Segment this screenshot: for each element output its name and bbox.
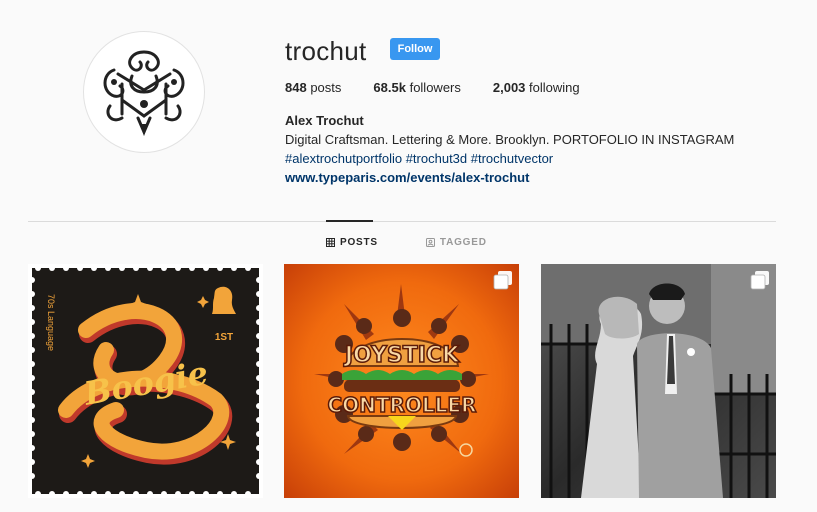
stamp-value: 1ST	[215, 332, 233, 343]
hashtag-link[interactable]: #trochutvector	[471, 151, 553, 166]
follow-button[interactable]: Follow	[389, 38, 441, 60]
multiple-photos-icon	[493, 271, 512, 290]
posts-count: 848 posts	[285, 80, 341, 95]
tabs-divider	[28, 221, 776, 222]
bio-website-link[interactable]: www.typeparis.com/events/alex-trochut	[285, 168, 785, 187]
profile-stats: 848 posts 68.5k followers 2,003 followin…	[285, 80, 785, 95]
profile-info: trochut Follow 848 posts 68.5k followers…	[285, 36, 785, 187]
tag-person-icon	[425, 238, 435, 247]
burger-lettering-bottom: CONTROLLER	[327, 393, 476, 417]
active-tab-indicator	[326, 220, 373, 222]
posts-count-label: posts	[310, 80, 342, 95]
followers-count-value: 68.5k	[373, 80, 406, 95]
burger-artwork-icon: JOYSTICK CONTROLLER	[284, 264, 519, 498]
burger-lettering-top: JOYSTICK	[343, 343, 460, 368]
tab-posts-label: POSTS	[340, 237, 378, 248]
username: trochut	[285, 35, 367, 66]
title-row: trochut Follow	[285, 36, 785, 66]
post-thumbnail[interactable]	[541, 264, 776, 498]
stamp-side-text: 70s Language	[46, 294, 56, 351]
profile-avatar[interactable]	[83, 31, 205, 153]
following-count-value: 2,003	[492, 80, 526, 95]
tab-tagged[interactable]: TAGGED	[425, 237, 487, 248]
post-thumbnail[interactable]: Boogie 70s Language 1ST	[28, 264, 263, 498]
multiple-photos-icon	[750, 271, 769, 290]
hashtag-link[interactable]: #alextrochutportfolio	[285, 151, 402, 166]
grid-icon	[326, 238, 335, 247]
post-thumbnail[interactable]: JOYSTICK CONTROLLER	[284, 264, 519, 498]
bio-description: Digital Craftsman. Lettering & More. Bro…	[285, 132, 735, 147]
profile-tabs: POSTS TAGGED	[326, 237, 535, 248]
stamp-artwork-icon: Boogie 70s Language 1ST	[28, 264, 263, 498]
profile-page: trochut Follow 848 posts 68.5k followers…	[0, 0, 817, 512]
hashtag-link[interactable]: #trochut3d	[406, 151, 467, 166]
profile-bio: Alex Trochut Digital Craftsman. Letterin…	[285, 111, 785, 187]
tab-tagged-label: TAGGED	[439, 237, 487, 248]
followers-count-label: followers	[409, 80, 461, 95]
following-count-label: following	[529, 80, 580, 95]
wedding-photo-icon	[541, 264, 776, 498]
full-name: Alex Trochut	[285, 113, 364, 128]
followers-count[interactable]: 68.5k followers	[373, 80, 460, 95]
monogram-logo-icon	[103, 50, 185, 136]
following-count[interactable]: 2,003 following	[493, 80, 580, 95]
posts-count-value: 848	[285, 80, 307, 95]
bio-hashtags: #alextrochutportfolio #trochut3d #trochu…	[285, 149, 785, 168]
tab-posts[interactable]: POSTS	[326, 237, 378, 248]
